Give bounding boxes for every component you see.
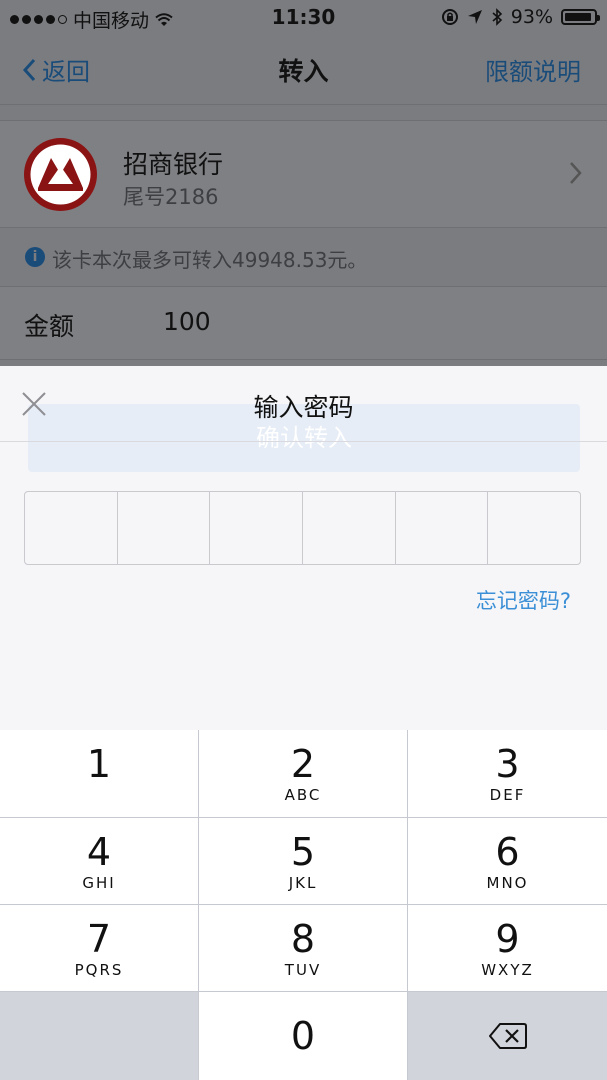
- pin-digit-box: [118, 492, 211, 564]
- card-tail-number: 尾号2186: [123, 185, 219, 209]
- password-sheet-title: 输入密码: [253, 393, 354, 422]
- bank-logo-icon: [24, 138, 97, 211]
- forgot-password-link[interactable]: 忘记密码?: [476, 585, 571, 615]
- bank-name: 招商银行: [123, 150, 224, 179]
- key-8[interactable]: 8 TUV: [199, 905, 407, 991]
- pin-input[interactable]: [24, 491, 581, 565]
- pin-digit-box: [396, 492, 489, 564]
- backspace-icon: [488, 1023, 527, 1049]
- rotation-lock-icon: [441, 9, 458, 25]
- bank-card-row[interactable]: 招商银行 尾号2186: [0, 120, 607, 228]
- key-6[interactable]: 6 MNO: [408, 818, 607, 904]
- key-0[interactable]: 0: [199, 992, 407, 1080]
- battery-percent: 93%: [510, 6, 553, 28]
- pin-digit-box: [25, 492, 118, 564]
- limit-info-link[interactable]: 限额说明: [485, 52, 581, 87]
- pin-digit-box: [210, 492, 304, 564]
- key-1[interactable]: 1: [0, 730, 198, 817]
- key-2[interactable]: 2 ABC: [199, 730, 407, 817]
- pin-digit-box: [303, 492, 396, 564]
- navigation-bar: 返回 转入 限额说明: [0, 34, 607, 105]
- bluetooth-icon: [492, 8, 502, 26]
- status-bar: 中国移动 11:30 93%: [0, 0, 607, 34]
- numeric-keypad: 1 2 ABC 3 DEF 4 GHI 5 JKL 6 MNO 7 PQRS 8…: [0, 730, 607, 1080]
- battery-icon: [561, 9, 600, 25]
- password-sheet-header: 输入密码: [0, 366, 607, 442]
- key-blank: [0, 992, 198, 1080]
- key-9[interactable]: 9 WXYZ: [408, 905, 607, 991]
- amount-input[interactable]: 100: [163, 307, 211, 336]
- amount-row: 金额 100: [0, 286, 607, 360]
- delete-key[interactable]: [408, 992, 607, 1080]
- pin-digit-box: [488, 492, 580, 564]
- key-4[interactable]: 4 GHI: [0, 818, 198, 904]
- transfer-limit-notice: i 该卡本次最多可转入49948.53元。: [0, 228, 607, 286]
- password-sheet: 确认转入 输入密码 忘记密码?: [0, 366, 607, 730]
- key-7[interactable]: 7 PQRS: [0, 905, 198, 991]
- key-3[interactable]: 3 DEF: [408, 730, 607, 817]
- location-arrow-icon: [467, 10, 482, 24]
- notice-text: 该卡本次最多可转入49948.53元。: [52, 248, 368, 272]
- amount-label: 金额: [24, 312, 75, 341]
- key-5[interactable]: 5 JKL: [199, 818, 407, 904]
- chevron-right-icon: [570, 162, 582, 184]
- info-icon: i: [25, 247, 45, 267]
